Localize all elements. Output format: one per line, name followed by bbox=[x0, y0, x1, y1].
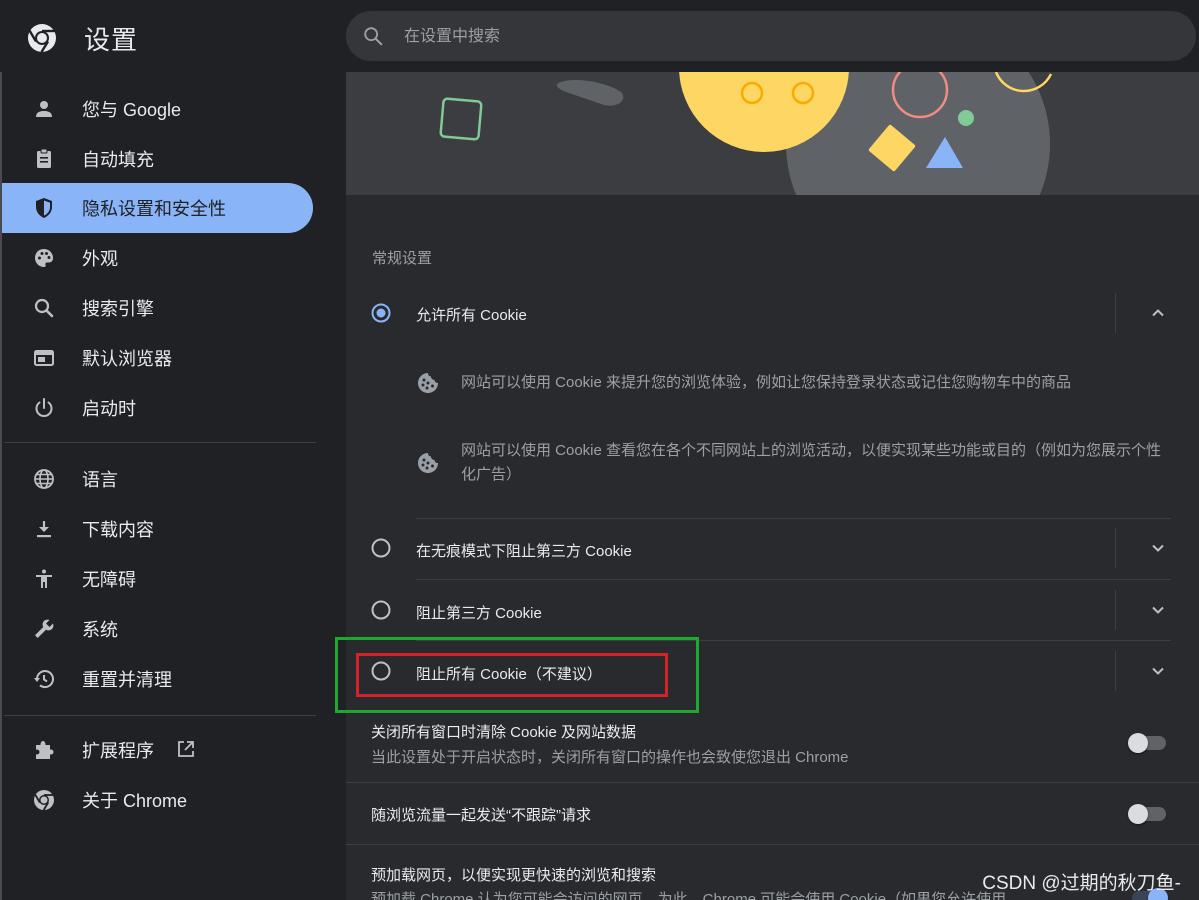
accessibility-icon bbox=[36, 569, 52, 588]
sidebar-item-system[interactable]: 系统 bbox=[2, 604, 313, 654]
sidebar-item-appearance[interactable]: 外观 bbox=[2, 233, 313, 283]
sidebar-item-downloads[interactable]: 下载内容 bbox=[2, 504, 313, 554]
detail-text: 网站可以使用 Cookie 查看您在各个不同网站上的浏览活动，以便实现某些功能或… bbox=[461, 442, 1162, 483]
clipboard-icon bbox=[37, 148, 51, 168]
sidebar-item-on-startup[interactable]: 启动时 bbox=[2, 383, 313, 433]
sidebar-item-label: 重置并清理 bbox=[82, 670, 172, 690]
watermark-text: CSDN @过期的秋刀鱼- bbox=[982, 873, 1181, 894]
sidebar-item-default-browser[interactable]: 默认浏览器 bbox=[2, 333, 313, 383]
chrome-icon bbox=[34, 790, 54, 811]
wrench-icon bbox=[35, 619, 54, 638]
option-label: 在无痕模式下阻止第三方 Cookie bbox=[416, 543, 632, 560]
globe-icon bbox=[34, 469, 54, 489]
clear-on-exit-toggle[interactable] bbox=[1128, 731, 1168, 755]
sidebar-item-label: 下载内容 bbox=[82, 520, 154, 540]
sidebar-item-label: 隐私设置和安全性 bbox=[82, 199, 226, 219]
sidebar-item-reset[interactable]: 重置并清理 bbox=[2, 654, 313, 704]
sidebar-item-search-engine[interactable]: 搜索引擎 bbox=[2, 283, 313, 333]
sidebar-item-label: 启动时 bbox=[82, 399, 136, 419]
sidebar-divider bbox=[4, 715, 316, 716]
radio-button-selected[interactable] bbox=[371, 303, 391, 323]
shield-icon bbox=[36, 198, 52, 218]
sidebar-item-languages[interactable]: 语言 bbox=[2, 454, 313, 504]
sidebar-item-label: 外观 bbox=[82, 249, 118, 269]
header-bar: 设置 bbox=[0, 0, 1199, 72]
setting-subtitle: 预加载 Chrome 认为您可能会访问的网页。为此，Chrome 可能会使用 C… bbox=[371, 891, 1007, 900]
vertical-separator bbox=[1115, 293, 1116, 333]
red-highlight-box bbox=[356, 653, 668, 697]
radio-button[interactable] bbox=[371, 538, 391, 558]
option-label: 允许所有 Cookie bbox=[416, 307, 527, 324]
sidebar-item-label: 搜索引擎 bbox=[82, 299, 154, 319]
radio-button[interactable] bbox=[371, 600, 391, 620]
setting-subtitle: 当此设置处于开启状态时，关闭所有窗口的操作也会致使您退出 Chrome bbox=[371, 749, 849, 766]
sidebar-item-autofill[interactable]: 自动填充 bbox=[2, 134, 313, 184]
vertical-separator bbox=[1115, 528, 1116, 568]
download-icon bbox=[37, 521, 51, 538]
search-input[interactable] bbox=[402, 11, 1166, 63]
sidebar-item-privacy-security[interactable]: 隐私设置和安全性 bbox=[2, 183, 313, 233]
sidebar-item-label: 关于 Chrome bbox=[82, 791, 188, 811]
sidebar-item-extensions[interactable]: 扩展程序 bbox=[2, 725, 313, 775]
do-not-track-toggle[interactable] bbox=[1128, 802, 1168, 826]
sidebar-item-label: 无障碍 bbox=[82, 570, 136, 590]
sidebar-item-accessibility[interactable]: 无障碍 bbox=[2, 554, 313, 604]
chevron-down-icon[interactable] bbox=[1146, 536, 1170, 560]
detail-text: 网站可以使用 Cookie 来提升您的浏览体验，例如让您保持登录状态或记住您购物… bbox=[461, 374, 1072, 391]
divider bbox=[416, 579, 1171, 580]
cookie-banner-illustration bbox=[346, 72, 1199, 195]
chevron-down-icon[interactable] bbox=[1146, 598, 1170, 622]
toggle-knob bbox=[1128, 733, 1148, 753]
sidebar-item-about-chrome[interactable]: 关于 Chrome bbox=[2, 775, 313, 825]
setting-title: 随浏览流量一起发送“不跟踪”请求 bbox=[371, 807, 591, 824]
sidebar-item-label: 默认浏览器 bbox=[82, 349, 172, 369]
search-icon[interactable] bbox=[362, 25, 384, 47]
chevron-up-icon[interactable] bbox=[1146, 301, 1170, 325]
history-icon bbox=[34, 670, 54, 689]
setting-title: 预加载网页，以便实现更快速的浏览和搜索 bbox=[371, 867, 657, 884]
setting-title: 关闭所有窗口时清除 Cookie 及网站数据 bbox=[371, 724, 637, 741]
option-label: 阻止第三方 Cookie bbox=[416, 605, 542, 622]
cookie-icon bbox=[418, 373, 438, 393]
sidebar-divider bbox=[4, 442, 316, 443]
vertical-separator bbox=[1115, 651, 1116, 691]
sidebar-item-label: 扩展程序 bbox=[82, 741, 154, 761]
cookie-icon bbox=[418, 453, 438, 473]
search-box[interactable] bbox=[346, 11, 1196, 63]
main-content: 常规设置 允许所有 Cookie 网站可以使用 Cookie 来提升您的浏览体验… bbox=[346, 72, 1199, 900]
vertical-separator bbox=[1115, 590, 1116, 630]
puzzle-icon bbox=[36, 741, 54, 759]
page-title: 设置 bbox=[84, 25, 139, 55]
divider bbox=[346, 782, 1199, 783]
divider bbox=[346, 844, 1199, 845]
sidebar-item-label: 系统 bbox=[82, 620, 118, 640]
sidebar-item-label: 自动填充 bbox=[82, 150, 154, 170]
person-icon bbox=[36, 101, 52, 117]
chevron-down-icon[interactable] bbox=[1146, 659, 1170, 683]
sidebar-item-you-and-google[interactable]: 您与 Google bbox=[2, 84, 313, 134]
chrome-logo-icon bbox=[28, 24, 56, 53]
toggle-knob bbox=[1128, 804, 1148, 824]
search-icon bbox=[34, 298, 54, 318]
sidebar-item-label: 您与 Google bbox=[82, 100, 182, 120]
sidebar-item-label: 语言 bbox=[82, 470, 118, 490]
power-icon bbox=[35, 398, 53, 417]
section-title: 常规设置 bbox=[372, 250, 433, 267]
palette-icon bbox=[35, 249, 53, 267]
sidebar: 您与 Google 自动填充 隐私设置和安全性 外观 搜索引擎 默认浏览器 启动… bbox=[0, 72, 332, 900]
open-in-new-icon bbox=[178, 741, 194, 757]
browser-icon bbox=[34, 350, 54, 366]
divider bbox=[416, 518, 1171, 519]
